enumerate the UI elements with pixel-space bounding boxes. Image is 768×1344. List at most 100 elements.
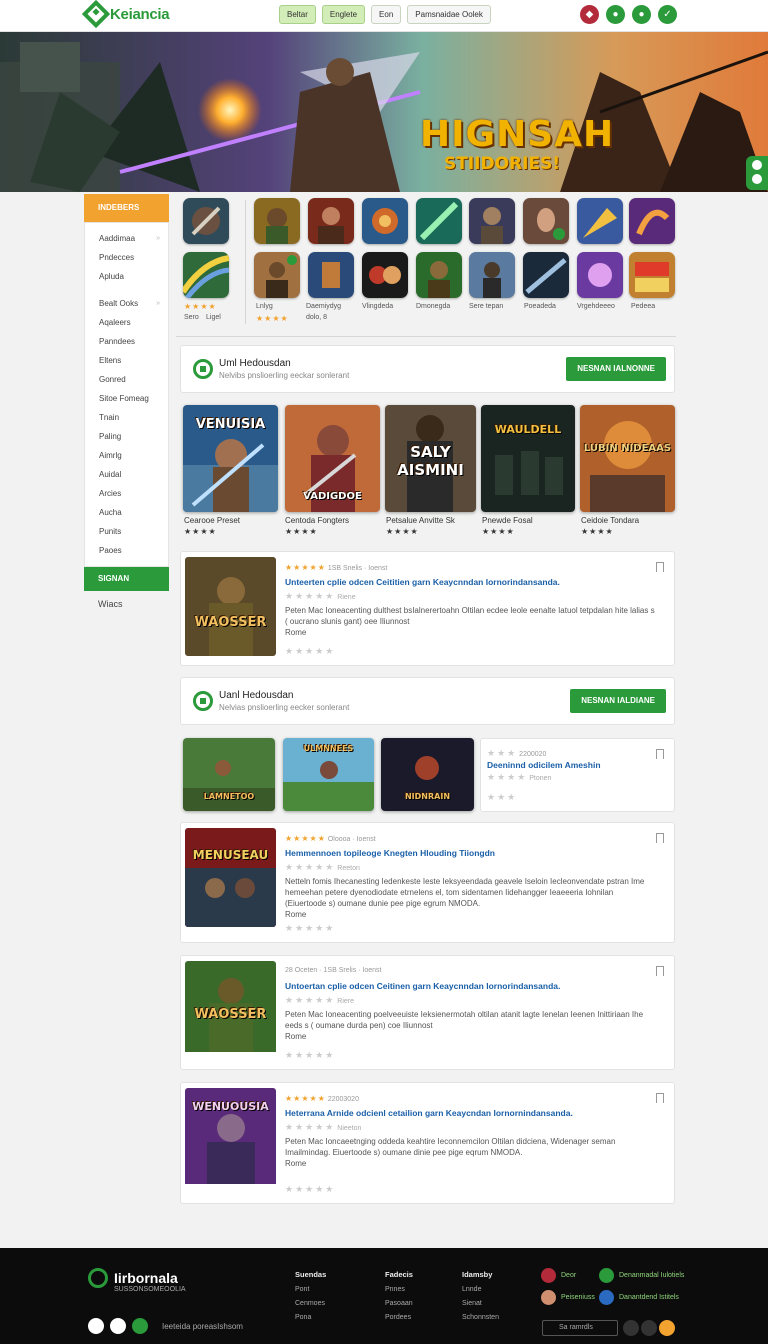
app-link[interactable]: Deor	[541, 1268, 576, 1283]
site-logo[interactable]: Keiancia	[81, 0, 170, 29]
social-icon[interactable]	[132, 1318, 148, 1334]
post-title[interactable]: Untoertan cplie odcen Ceitinen garn Keay…	[285, 981, 560, 991]
post-title[interactable]: Heterrana Arnide odcienl cetailion garn …	[285, 1108, 573, 1118]
featured-game-card[interactable]: LUBIN NIDEAAS	[580, 405, 675, 512]
sidebar-footer-link[interactable]: Wiacs	[84, 599, 169, 609]
footer-link[interactable]: Pnnes	[385, 1286, 405, 1293]
game-icon[interactable]	[629, 252, 675, 298]
featured-game-card[interactable]: WAULDELL	[481, 405, 575, 512]
sidebar-item[interactable]: Tnain	[85, 408, 168, 427]
game-icon[interactable]	[308, 198, 354, 244]
sidebar-item[interactable]: Pndecces	[85, 248, 168, 267]
post-thumbnail[interactable]: MENUSEAU	[185, 828, 276, 927]
sidebar-item[interactable]: Apluda	[85, 267, 168, 286]
post-title[interactable]: Deeninnd odicilem Ameshin	[487, 760, 601, 770]
footer-search-input[interactable]: Sa ramrdls	[542, 1320, 618, 1336]
footer-link[interactable]: Pasoaan	[385, 1300, 413, 1307]
game-icon[interactable]	[416, 252, 462, 298]
sidebar-item[interactable]: Gonred	[85, 370, 168, 389]
footer-link[interactable]: Pona	[295, 1314, 311, 1321]
footer-link[interactable]: Pont	[295, 1286, 309, 1293]
bookmark-icon[interactable]	[656, 749, 664, 759]
footer-link[interactable]: Sienat	[462, 1300, 482, 1307]
footer-link[interactable]: Lnnde	[462, 1286, 481, 1293]
rating-stars[interactable]: ★★★★★	[285, 1050, 335, 1061]
nav-button-1[interactable]: Beltar	[279, 5, 316, 24]
featured-game-card[interactable]: SALY AISMINI	[385, 405, 476, 512]
globe-icon[interactable]	[641, 1320, 657, 1336]
bookmark-icon[interactable]	[656, 833, 664, 843]
game-icon[interactable]	[362, 198, 408, 244]
app-link[interactable]: Peiseniuss	[541, 1290, 595, 1305]
game-icon[interactable]	[469, 252, 515, 298]
game-icon[interactable]	[523, 198, 569, 244]
sidebar-item[interactable]: Sitoe Fomeag	[85, 389, 168, 408]
mini-game-card[interactable]: LAMNETOO	[183, 738, 275, 811]
game-icon[interactable]	[183, 252, 229, 298]
news-post[interactable]: WAOSSER ★★★★★ 1SB Snelis · Ioenst Unteer…	[180, 551, 675, 666]
user-avatar-icon[interactable]: ◆	[580, 5, 599, 24]
hero-banner[interactable]: HIGNSAH STIIDORIES!	[0, 32, 768, 192]
promo-button[interactable]: NESNAN IALDIANE	[570, 689, 666, 713]
game-icon[interactable]	[254, 252, 300, 298]
app-link[interactable]: Denanmadal Iulotiels	[599, 1268, 684, 1283]
bookmark-icon[interactable]	[656, 1093, 664, 1103]
sidebar-item[interactable]: Aqaleers	[85, 313, 168, 332]
nav-button-4[interactable]: Pamsnaidae Oolek	[407, 5, 491, 24]
footer-link[interactable]: Schonnsten	[462, 1314, 499, 1321]
sidebar-item[interactable]: Paling	[85, 427, 168, 446]
footer-link[interactable]: Cenmoes	[295, 1300, 325, 1307]
game-icon[interactable]	[308, 252, 354, 298]
post-thumbnail[interactable]: WAOSSER	[185, 961, 276, 1060]
sidebar-item[interactable]: Aaddimaa»	[85, 229, 168, 248]
game-icon[interactable]	[523, 252, 569, 298]
social-icon[interactable]	[110, 1318, 126, 1334]
game-icon[interactable]	[469, 198, 515, 244]
rating-stars[interactable]: ★★★	[487, 792, 517, 803]
game-icon[interactable]	[254, 198, 300, 244]
sidebar-item-active[interactable]: SIGNAN	[84, 567, 169, 591]
news-post[interactable]: WENUOUSIA ★★★★★ 22003020 Heterrana Arnid…	[180, 1082, 675, 1204]
game-icon[interactable]	[577, 252, 623, 298]
sidebar-item[interactable]: Aucha	[85, 503, 168, 522]
game-icon[interactable]	[362, 252, 408, 298]
bookmark-icon[interactable]	[656, 966, 664, 976]
social-icon[interactable]	[88, 1318, 104, 1334]
news-post[interactable]: WAOSSER 28 Oceten · 1SB Srelis · Ioenst …	[180, 955, 675, 1070]
nav-button-3[interactable]: Eon	[371, 5, 402, 24]
game-icon[interactable]	[416, 198, 462, 244]
featured-game-card[interactable]: VADIGDOE	[285, 405, 380, 512]
sidebar-item[interactable]: Panndees	[85, 332, 168, 351]
game-icon[interactable]	[183, 198, 229, 244]
side-post[interactable]: ★★★ 2200020 Deeninnd odicilem Ameshin ★★…	[480, 738, 675, 812]
check-icon[interactable]: ✓	[658, 5, 677, 24]
notification-icon[interactable]: ●	[632, 5, 651, 24]
sidebar-item[interactable]: Arcies	[85, 484, 168, 503]
app-link[interactable]: Danantdend Istitels	[599, 1290, 679, 1305]
mini-game-card[interactable]: ULMNNEES	[283, 738, 374, 811]
post-thumbnail[interactable]: WAOSSER	[185, 557, 276, 656]
settings-icon[interactable]	[623, 1320, 639, 1336]
game-icon[interactable]	[629, 198, 675, 244]
sidebar-item[interactable]: Paoes	[85, 541, 168, 560]
post-title[interactable]: Unteerten cplie odcen Ceititien garn Kea…	[285, 577, 560, 587]
rating-stars[interactable]: ★★★★★	[285, 1184, 335, 1195]
chat-icon[interactable]: ●	[606, 5, 625, 24]
sidebar-item[interactable]: Eltens	[85, 351, 168, 370]
nav-button-2[interactable]: Englete	[321, 5, 366, 24]
coin-icon[interactable]	[659, 1320, 675, 1336]
post-thumbnail[interactable]: WENUOUSIA	[185, 1088, 276, 1187]
footer-link[interactable]: Pordees	[385, 1314, 411, 1321]
news-post[interactable]: MENUSEAU ★★★★★ Oloooa · Ioenst Hemmennoe…	[180, 822, 675, 943]
mini-game-card[interactable]: NIDNRAIN	[381, 738, 474, 811]
game-icon[interactable]	[577, 198, 623, 244]
bookmark-icon[interactable]	[656, 562, 664, 572]
footer-logo[interactable]: Iirbornala SUSSONSOMEOOLIA	[88, 1268, 186, 1293]
rating-stars[interactable]: ★★★★★	[285, 923, 335, 934]
post-title[interactable]: Hemmennoen topileoge Knegten Hlouding Ti…	[285, 848, 495, 858]
featured-game-card[interactable]: VENUISIA	[183, 405, 278, 512]
sidebar-item[interactable]: Bealt Ooks»	[85, 294, 168, 313]
promo-button[interactable]: NESNAN IALNONNE	[566, 357, 666, 381]
sidebar-item[interactable]: Auidal	[85, 465, 168, 484]
floating-share-button[interactable]	[746, 156, 768, 190]
